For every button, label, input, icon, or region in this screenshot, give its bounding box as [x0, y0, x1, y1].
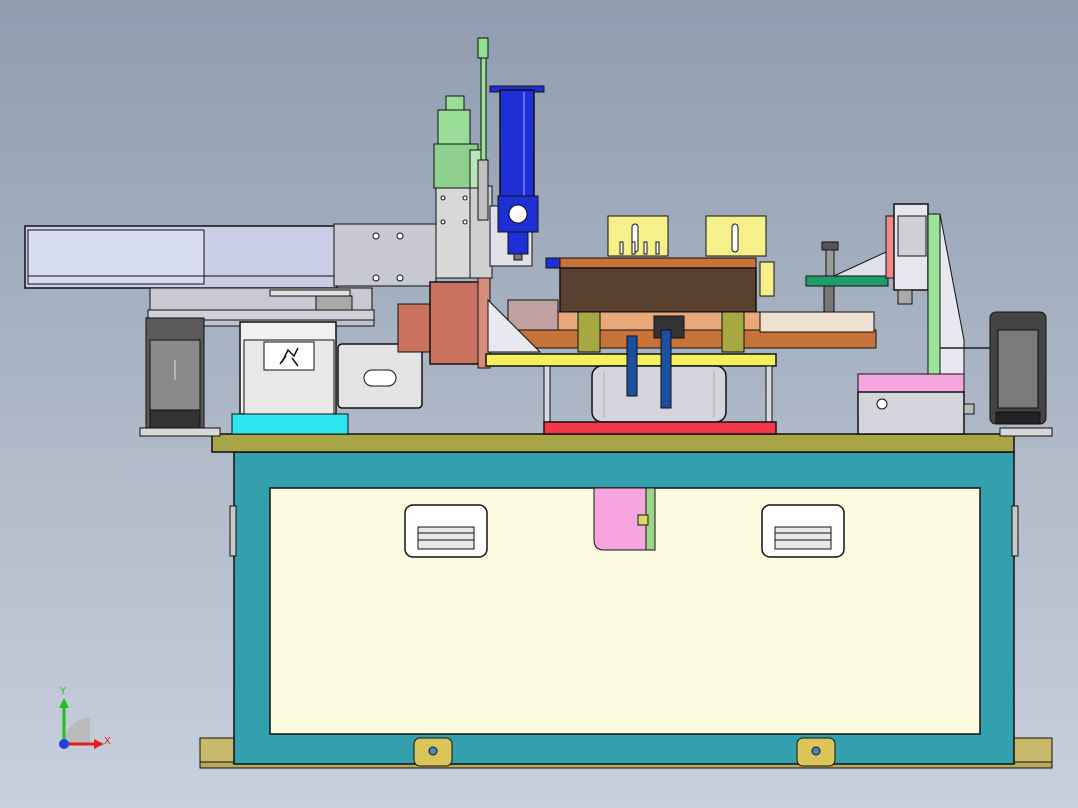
machine-drawing — [24, 37, 1053, 769]
drawer-handle-icon[interactable] — [761, 504, 845, 558]
axis-label-x: X — [104, 736, 111, 747]
right-base-block — [857, 373, 975, 435]
side-cover-plate — [337, 343, 423, 409]
motor-housing — [231, 321, 349, 435]
axis-label-y: Y — [60, 686, 67, 697]
sensor-arm — [805, 241, 889, 313]
cabinet — [199, 451, 1053, 769]
workpiece-tray — [485, 215, 877, 435]
mount-bracket-right — [796, 737, 836, 767]
coordinate-triad-icon — [59, 698, 104, 749]
dispensing-rod — [477, 37, 489, 221]
cad-viewport[interactable]: Y X — [0, 0, 1078, 808]
right-belt-wheel — [989, 311, 1047, 425]
mount-bracket-left — [413, 737, 453, 767]
left-belt-wheel — [145, 317, 205, 429]
servo-motor — [433, 95, 485, 189]
running-figure-logo-icon — [263, 341, 315, 371]
drawer-handle-icon[interactable] — [404, 504, 488, 558]
